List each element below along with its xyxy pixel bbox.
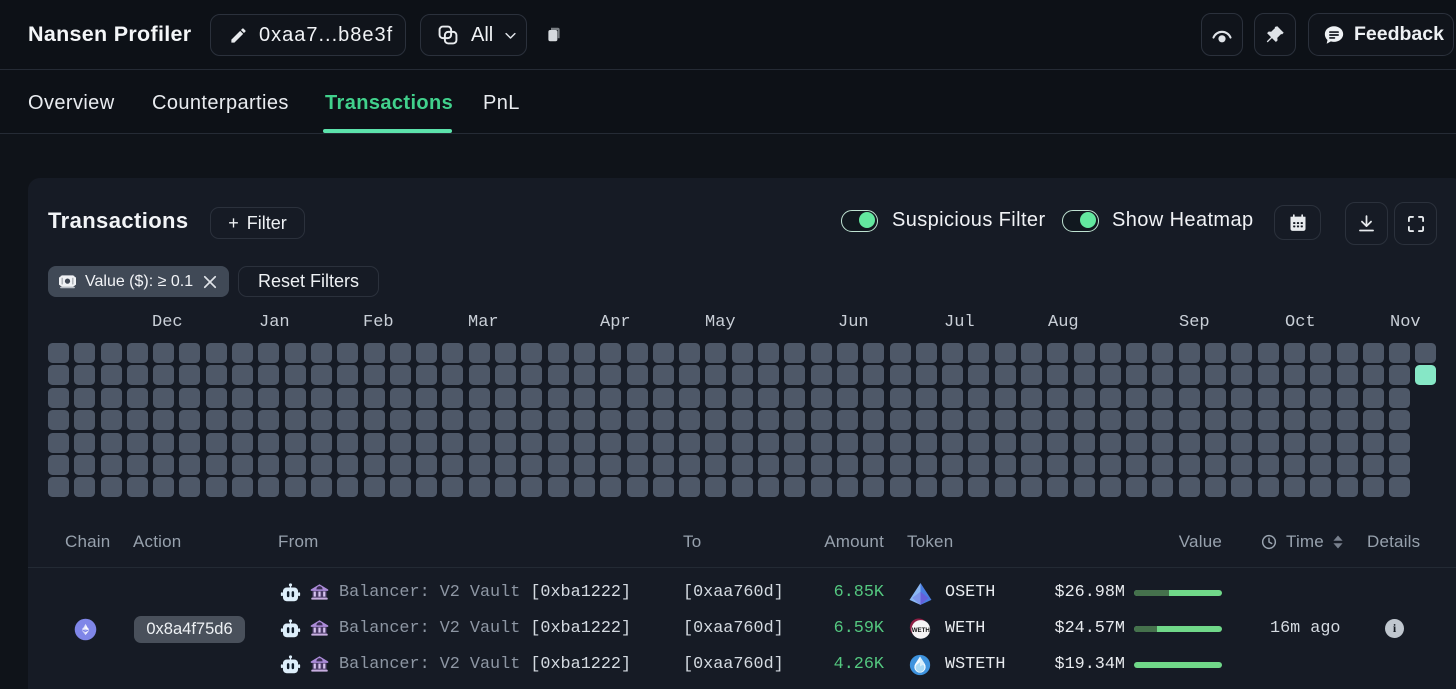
svg-text:WETH: WETH: [912, 627, 931, 634]
